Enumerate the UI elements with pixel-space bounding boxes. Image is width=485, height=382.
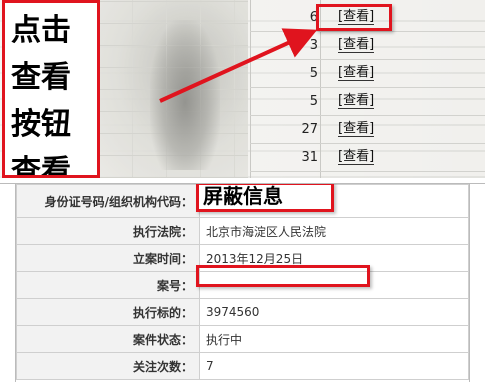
follow-count-label: 关注次数： [16, 352, 200, 380]
callout-line: 按钮 [11, 107, 71, 142]
view-button[interactable]: [查看] [338, 94, 375, 109]
panel-border [469, 184, 470, 382]
table-row: 执行法院： 北京市海淀区人民法院 [16, 217, 469, 245]
court-label: 执行法院： [16, 217, 200, 245]
follow-count: 5 [309, 94, 318, 109]
view-button[interactable]: [查看] [338, 122, 375, 137]
list-row: 5 [查看] [250, 88, 485, 116]
view-button-highlight [316, 4, 392, 31]
background-statue-image [150, 20, 220, 170]
list-row: 31 [查看] [250, 144, 485, 172]
case-number-label: 案号： [16, 271, 200, 299]
result-list-panel: 6 [查看] 3 [查看] 5 [查看] 5 [查看] 27 [查看] 31 [… [0, 0, 485, 178]
amount-label: 执行标的： [16, 298, 200, 326]
table-row: 案件状态： 执行中 [16, 325, 469, 353]
follow-count: 27 [301, 122, 318, 137]
callout-line: 点击 [11, 13, 71, 48]
table-row: 关注次数： 7 [16, 352, 469, 380]
view-button[interactable]: [查看] [338, 38, 375, 53]
table-row: 执行标的： 3974560 [16, 298, 469, 326]
status-label: 案件状态： [16, 325, 200, 353]
list-row: 5 [查看] [250, 60, 485, 88]
list-row: 27 [查看] [250, 116, 485, 144]
follow-count: 31 [301, 150, 318, 165]
view-button[interactable]: [查看] [338, 150, 375, 165]
id-label: 身份证号码/组织机构代码： [16, 184, 200, 218]
follow-count-value: 7 [199, 352, 469, 380]
case-detail-panel: 身份证号码/组织机构代码： 执行法院： 北京市海淀区人民法院 立案时间： 201… [0, 183, 485, 382]
case-number-highlight [196, 265, 370, 287]
masked-id-overlay: 屏蔽信息 [196, 184, 334, 212]
status-value: 执行中 [199, 325, 469, 353]
list-row: 3 [查看] [250, 32, 485, 60]
court-value: 北京市海淀区人民法院 [199, 217, 469, 245]
follow-count: 5 [309, 66, 318, 81]
follow-count: 6 [309, 10, 318, 25]
view-button[interactable]: [查看] [338, 66, 375, 81]
callout-line: 查看 [11, 60, 71, 95]
filed-date-label: 立案时间： [16, 244, 200, 272]
follow-count: 3 [309, 38, 318, 53]
callout-line: 查看 [11, 154, 71, 178]
instruction-callout: 点击 查看 按钮 查看 [2, 0, 100, 178]
amount-value: 3974560 [199, 298, 469, 326]
